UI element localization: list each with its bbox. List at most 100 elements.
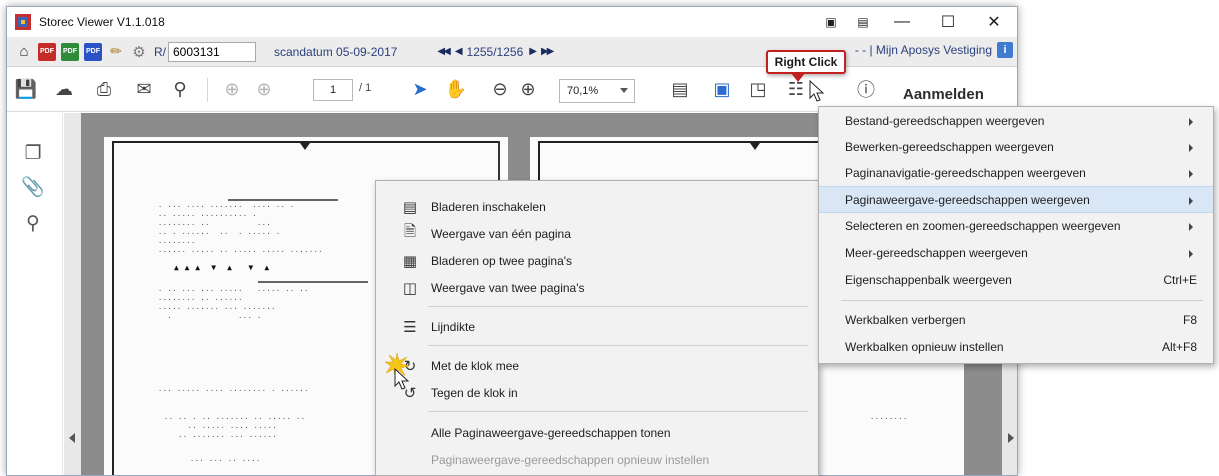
menu-item-hide-toolbars[interactable]: Werkbalken verbergen F8 [819,307,1213,334]
zoom-in-icon[interactable]: ⊕ [515,76,541,102]
page-position: 1255/1256 [466,44,524,59]
next-page-circle-icon[interactable]: ⊕ [251,76,277,102]
maximize-button[interactable]: ☐ [925,7,971,37]
shortcut-label: F8 [1182,313,1197,327]
scroll-left-icon[interactable] [69,433,75,443]
storec-app-icon [15,14,31,30]
zoom-value: 70,1% [567,85,599,97]
menu-item-reset-toolbars[interactable]: Werkbalken opnieuw instellen Alt+F8 [819,334,1213,361]
browse-icon: ▤ [402,198,418,216]
callout-text: Right Click [774,55,838,69]
storec-toolbar: ⌂ PDF PDF PDF ✏ ⚙ R/ scandatum 05-09-201… [7,37,1017,67]
chevron-down-icon [620,88,628,93]
two-page-icon: ◫ [402,279,418,297]
menu-separator [428,345,808,346]
menu-separator [841,300,1203,301]
single-page-icon: 🗎 [403,223,417,240]
minimize-button[interactable]: — [879,7,925,37]
menu-separator [428,306,808,307]
right-click-callout: Right Click [766,50,846,74]
menu-item-line-weight[interactable]: ☰ Lijndikte [376,313,818,340]
menu-item-page-display-tools[interactable]: Paginaweergave-gereedschappen weergeven [819,186,1213,213]
close-button[interactable]: ✕ [971,7,1017,37]
menu-separator [428,411,808,412]
chevron-right-icon [1189,144,1193,152]
page-navigator: ◀◀ ◀ 1255/1256 ▶ ▶▶ [437,45,558,59]
page-display-context-menu: ▤ Bladeren inschakelen 🗎 Weergave van éé… [375,180,819,476]
previous-page-icon[interactable]: ◀ [455,46,463,57]
pdf-blue-icon[interactable]: PDF [84,42,102,61]
last-page-icon[interactable]: ▶▶ [541,46,554,57]
scroll-right-icon[interactable] [1008,433,1014,443]
page-number-input[interactable]: 1 [313,79,353,101]
next-page-icon[interactable]: ▶ [529,46,537,57]
menu-item-two-page-browse[interactable]: ▦ Bladeren op twee pagina's [376,247,818,274]
wand-icon[interactable]: ✏ [107,43,125,61]
pin-window-icon[interactable]: ▣ [815,7,847,37]
scan-date-label: scandatum 05-09-2017 [274,44,398,59]
menu-item-edit-tools[interactable]: Bewerken-gereedschappen weergeven [819,134,1213,161]
menu-item-file-tools[interactable]: Bestand-gereedschappen weergeven [819,108,1213,135]
menu-item-rotate-counterclockwise[interactable]: ↺ Tegen de klok in [376,379,818,406]
chevron-right-icon [1189,170,1193,178]
pdf-green-icon[interactable]: PDF [61,42,79,61]
save-icon[interactable]: 💾 [13,76,39,102]
shortcut-label: Ctrl+E [1163,273,1197,287]
sign-in-link[interactable]: Aanmelden [903,86,984,103]
mouse-cursor-icon [809,80,825,102]
menu-item-page-navigation-tools[interactable]: Paginanavigatie-gereedschappen weergeven [819,160,1213,187]
chevron-right-icon [1189,250,1193,258]
gear-icon[interactable]: ⚙ [130,43,148,61]
info-icon[interactable]: i [997,42,1013,58]
previous-page-circle-icon[interactable]: ⊕ [219,76,245,102]
mouse-cursor-icon [394,368,410,390]
zoom-select[interactable]: 70,1% [559,79,635,103]
pdf-red-icon[interactable]: PDF [38,42,56,61]
upload-cloud-icon[interactable]: ☁ [51,76,77,102]
callout-pointer [791,73,805,82]
chevron-right-icon [1189,223,1193,231]
vestiging-label: - - | Mijn Aposys Vestiging [854,43,992,57]
menu-item-reset-tools: Paginaweergave-gereedschappen opnieuw in… [431,452,710,467]
window-title: Storec Viewer V1.1.018 [39,15,165,29]
attachment-icon[interactable]: 📎 [21,175,45,199]
first-page-icon[interactable]: ◀◀ [437,46,450,57]
shortcut-label: Alt+F8 [1161,340,1197,354]
scrolling-mode-icon[interactable]: ▤ [667,76,693,102]
fit-page-icon[interactable]: ▣ [709,76,735,102]
menu-item-browse[interactable]: ▤ Bladeren inschakelen [376,193,818,220]
r-number-input[interactable] [168,41,256,62]
search-icon[interactable]: ⚲ [21,211,45,235]
menu-item-two-page[interactable]: ◫ Weergave van twee pagina's [376,274,818,301]
toolbar-divider [207,78,208,102]
email-icon[interactable]: ✉ [131,76,157,102]
restore-layout-icon[interactable]: ▤ [847,7,879,37]
menu-item-select-zoom-tools[interactable]: Selecteren en zoomen-gereedschappen weer… [819,213,1213,240]
toolbar-context-menu: Bestand-gereedschappen weergeven Bewerke… [818,106,1214,364]
menu-item-show-all-tools[interactable]: Alle Paginaweergave-gereedschappen tonen [376,419,818,446]
page-total-label: / 1 [359,82,372,94]
full-screen-icon[interactable]: ◳ [745,76,771,102]
left-scroll-gutter[interactable] [64,113,81,475]
menu-item-rotate-clockwise[interactable]: ↻ Met de klok mee [376,352,818,379]
menu-item-properties-bar[interactable]: Eigenschappenbalk weergeven Ctrl+E [819,267,1213,294]
select-arrow-icon[interactable]: ➤ [407,76,433,102]
vestiging-info: - - | Mijn Aposys Vestiging i [854,42,1013,58]
zoom-out-icon[interactable]: ⊖ [487,76,513,102]
title-bar: Storec Viewer V1.1.018 ▣ ▤ — ☐ ✕ [7,7,1017,37]
two-page-browse-icon: ▦ [402,252,418,270]
page-thumbnails-icon[interactable]: ❐ [21,141,45,165]
menu-item-more-tools[interactable]: Meer-gereedschappen weergeven [819,240,1213,267]
menu-item-single-page[interactable]: 🗎 Weergave van één pagina [376,220,818,247]
search-icon[interactable]: ⚲ [167,76,193,102]
window-controls: ▣ ▤ — ☐ ✕ [815,7,1017,37]
navigation-pane: ❐ 📎 ⚲ [7,113,63,475]
chevron-right-icon [1189,197,1193,205]
line-weight-icon: ☰ [403,318,417,336]
help-icon[interactable]: ⓘ [853,76,879,102]
r-label: R/ [154,44,166,59]
home-icon[interactable]: ⌂ [15,43,33,61]
chevron-right-icon [1189,118,1193,126]
print-icon[interactable]: ⎙ [91,76,117,102]
hand-tool-icon[interactable]: ✋ [443,76,469,102]
